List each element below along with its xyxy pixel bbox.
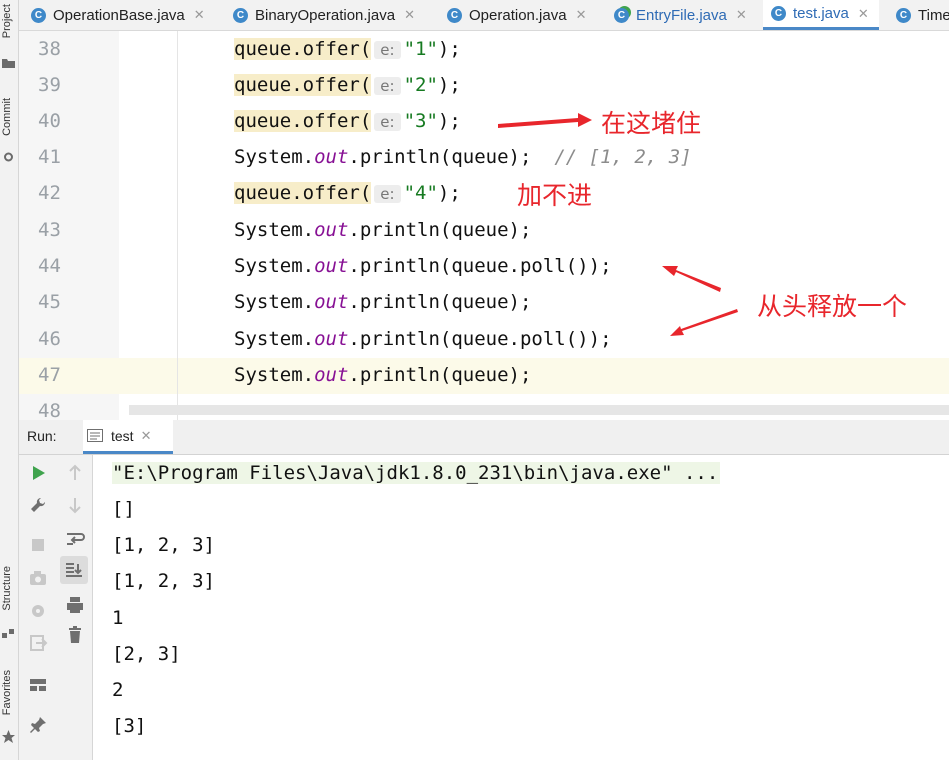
camera-icon[interactable] [28, 568, 48, 588]
run-tab-label: test [111, 427, 134, 444]
exit-icon[interactable] [28, 633, 48, 653]
console-output[interactable] [93, 455, 949, 760]
up-arrow-icon[interactable] [65, 463, 85, 483]
arrow-to-poll-1 [662, 266, 721, 292]
structure-tool-button[interactable]: Structure [1, 566, 17, 611]
scroll-to-end-icon [66, 563, 82, 577]
console-toolbar [56, 455, 93, 760]
console-line: [3] [112, 715, 147, 737]
trash-icon[interactable] [65, 625, 85, 645]
stop-icon[interactable] [28, 535, 48, 555]
run-label: Run: [27, 428, 57, 444]
annotation-arrows [498, 113, 738, 336]
console-line: [1, 2, 3] [112, 570, 215, 592]
debug-settings-icon[interactable] [28, 601, 48, 621]
structure-icon [2, 629, 14, 638]
run-tab-test[interactable]: test ✕ [83, 420, 173, 454]
console-line-command: "E:\Program Files\Java\jdk1.8.0_231\bin\… [112, 462, 721, 484]
console-line: 2 [112, 679, 124, 701]
console-line: 1 [112, 607, 124, 629]
console-icon [87, 429, 103, 442]
console-line: [2, 3] [112, 643, 181, 665]
arrow-to-blocked [498, 113, 592, 128]
pin-icon[interactable] [28, 715, 48, 735]
console-line: [1, 2, 3] [112, 534, 215, 556]
run-toolbar [19, 455, 56, 760]
down-arrow-icon[interactable] [65, 495, 85, 515]
run-panel-header: Run: test ✕ [19, 420, 949, 455]
wrench-icon[interactable] [28, 495, 48, 515]
annotation-blocked: 在这堵住 [601, 109, 702, 138]
print-icon[interactable] [65, 595, 85, 615]
arrow-to-poll-2 [670, 309, 738, 336]
layout-icon[interactable] [28, 675, 48, 695]
rerun-icon[interactable] [28, 463, 48, 483]
annotation-cannot-add: 加不进 [517, 181, 593, 210]
console-line: [] [112, 498, 135, 520]
favorites-tool-button[interactable]: Favorites [1, 670, 17, 715]
close-icon[interactable]: ✕ [141, 428, 152, 444]
scroll-to-end-button[interactable] [60, 556, 88, 584]
soft-wrap-icon[interactable] [65, 529, 85, 549]
annotation-release-from-head: 从头释放一个 [757, 292, 908, 321]
star-icon [2, 730, 15, 743]
